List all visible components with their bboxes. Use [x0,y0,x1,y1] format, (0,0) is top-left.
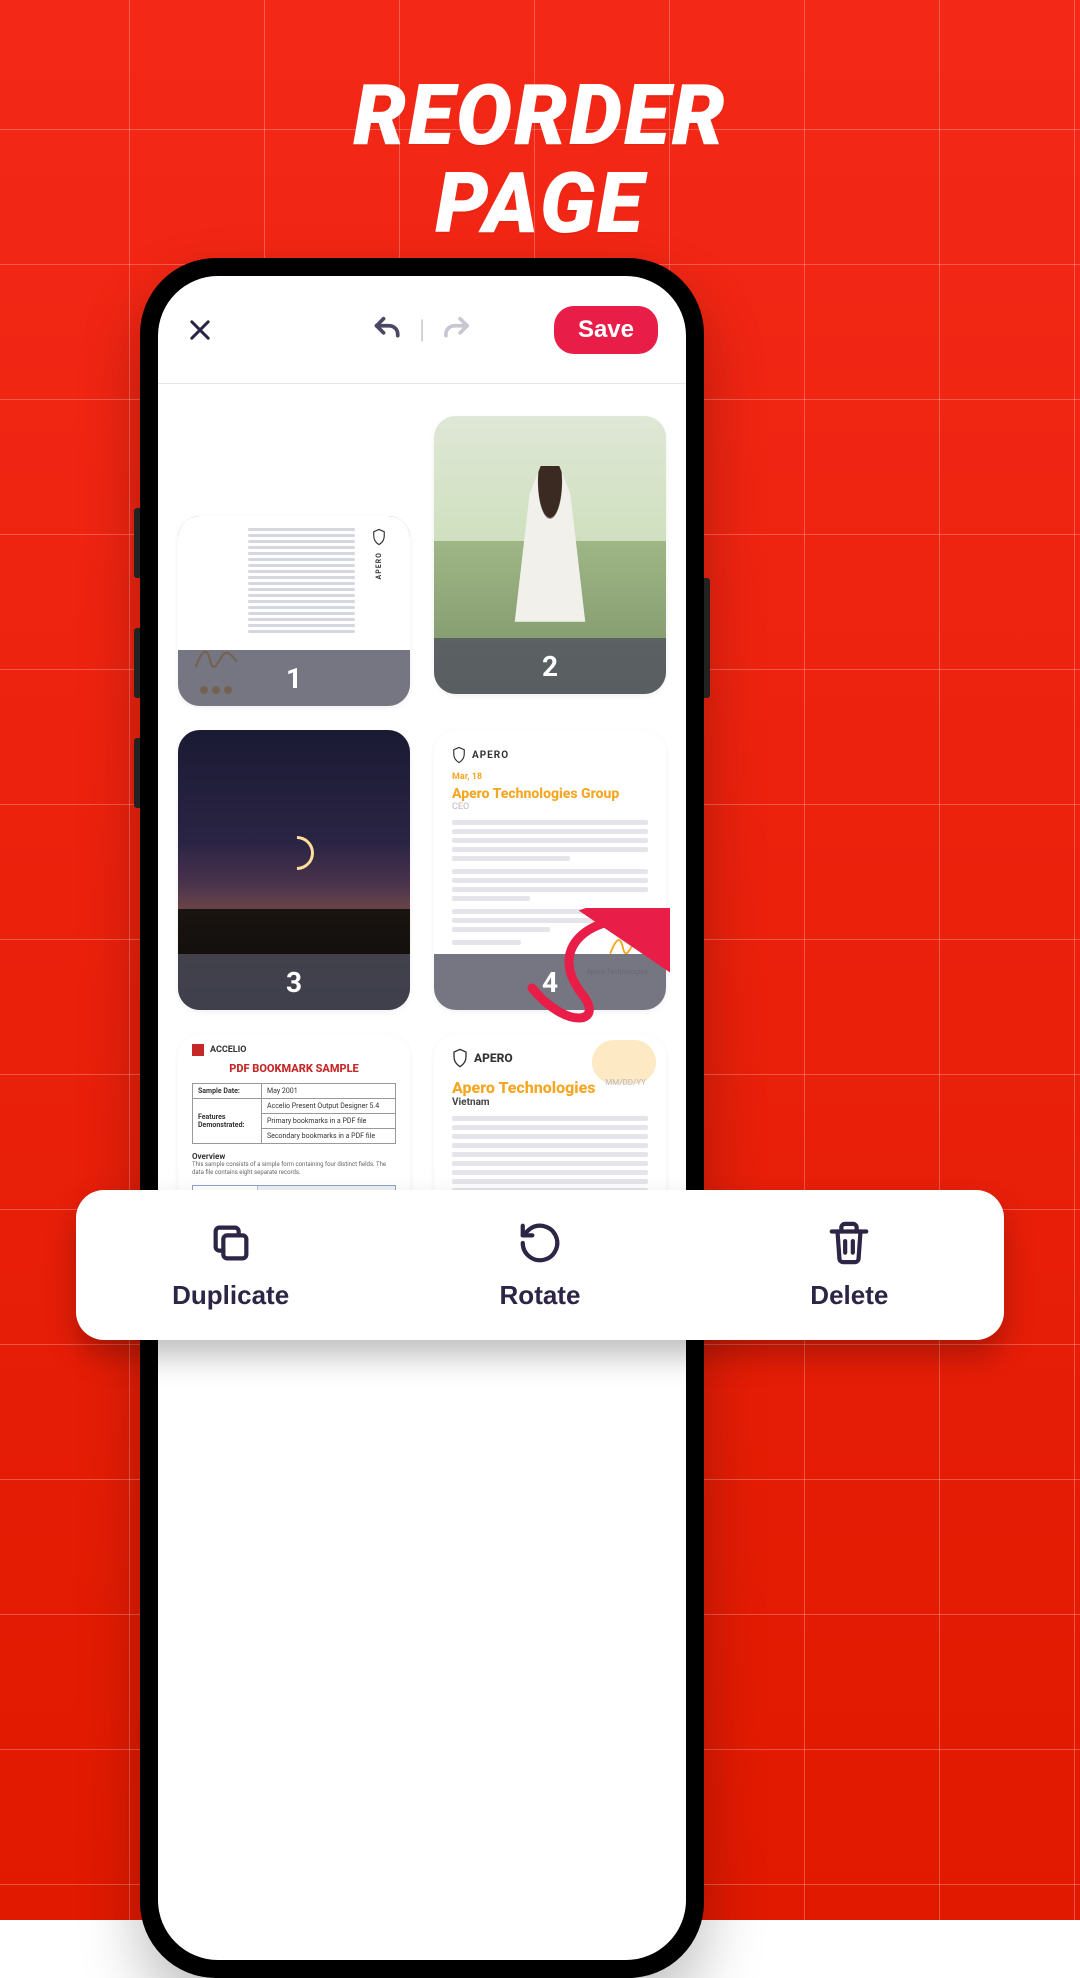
shield-icon [452,1048,468,1068]
page-number-badge: 3 [178,954,410,1010]
redo-icon [439,313,473,347]
page-grid[interactable]: APERO 1 2 3 APERO [158,406,686,1960]
page-number-badge: 2 [434,638,666,694]
brand-label: APERO [474,1051,513,1065]
overview-text: This sample consists of a simple form co… [192,1161,396,1177]
duplicate-icon [208,1220,254,1266]
shield-icon [372,528,386,546]
rotate-button[interactable]: Rotate [385,1220,694,1311]
doc-title: PDF BOOKMARK SAMPLE [192,1062,396,1075]
shield-icon [452,746,466,764]
top-bar: | Save [158,276,686,384]
doc-subtitle: CEO [452,802,648,812]
page-thumb-1[interactable]: APERO 1 [178,516,410,706]
undo-redo-separator: | [419,315,425,345]
hero-title: REORDER PAGE [0,72,1080,248]
brand-label: APERO [472,750,509,761]
doc-date: Mar, 18 [452,772,648,782]
doc-subtitle: Vietnam [452,1097,648,1108]
action-bar: Duplicate Rotate Delete [76,1190,1004,1340]
undo-button[interactable] [371,313,405,347]
hero-line-1: REORDER [0,72,1080,160]
page-number-badge: 4 [434,954,666,1010]
delete-label: Delete [810,1280,888,1311]
overview-label: Overview [192,1152,396,1161]
rotate-label: Rotate [500,1280,581,1311]
delete-button[interactable]: Delete [695,1220,1004,1311]
rotate-icon [517,1220,563,1266]
doc-table: Sample Date:May 2001 Features Demonstrat… [192,1083,396,1144]
page-thumb-3[interactable]: 3 [178,730,410,1010]
brand-label: APERO [375,552,383,579]
save-button[interactable]: Save [554,306,658,354]
app-screen: | Save [158,276,686,1960]
redo-button[interactable] [439,313,473,347]
doc-title: Apero Technologies Group [452,786,648,802]
trash-icon [826,1220,872,1266]
undo-icon [371,313,405,347]
page-thumb-4[interactable]: APERO Mar, 18 Apero Technologies Group C… [434,730,666,1010]
page-number-badge: 1 [178,650,410,706]
close-button[interactable] [186,316,214,344]
phone-frame: | Save [140,258,704,1978]
page-thumb-2[interactable]: 2 [434,416,666,694]
brand-label: ACCELIO [210,1045,247,1055]
close-icon [186,316,214,344]
logo-square-icon [192,1044,204,1056]
duplicate-button[interactable]: Duplicate [76,1220,385,1311]
doc-date: MM/DD/YY [605,1078,646,1087]
hero-line-2: PAGE [0,160,1080,248]
duplicate-label: Duplicate [172,1280,289,1311]
